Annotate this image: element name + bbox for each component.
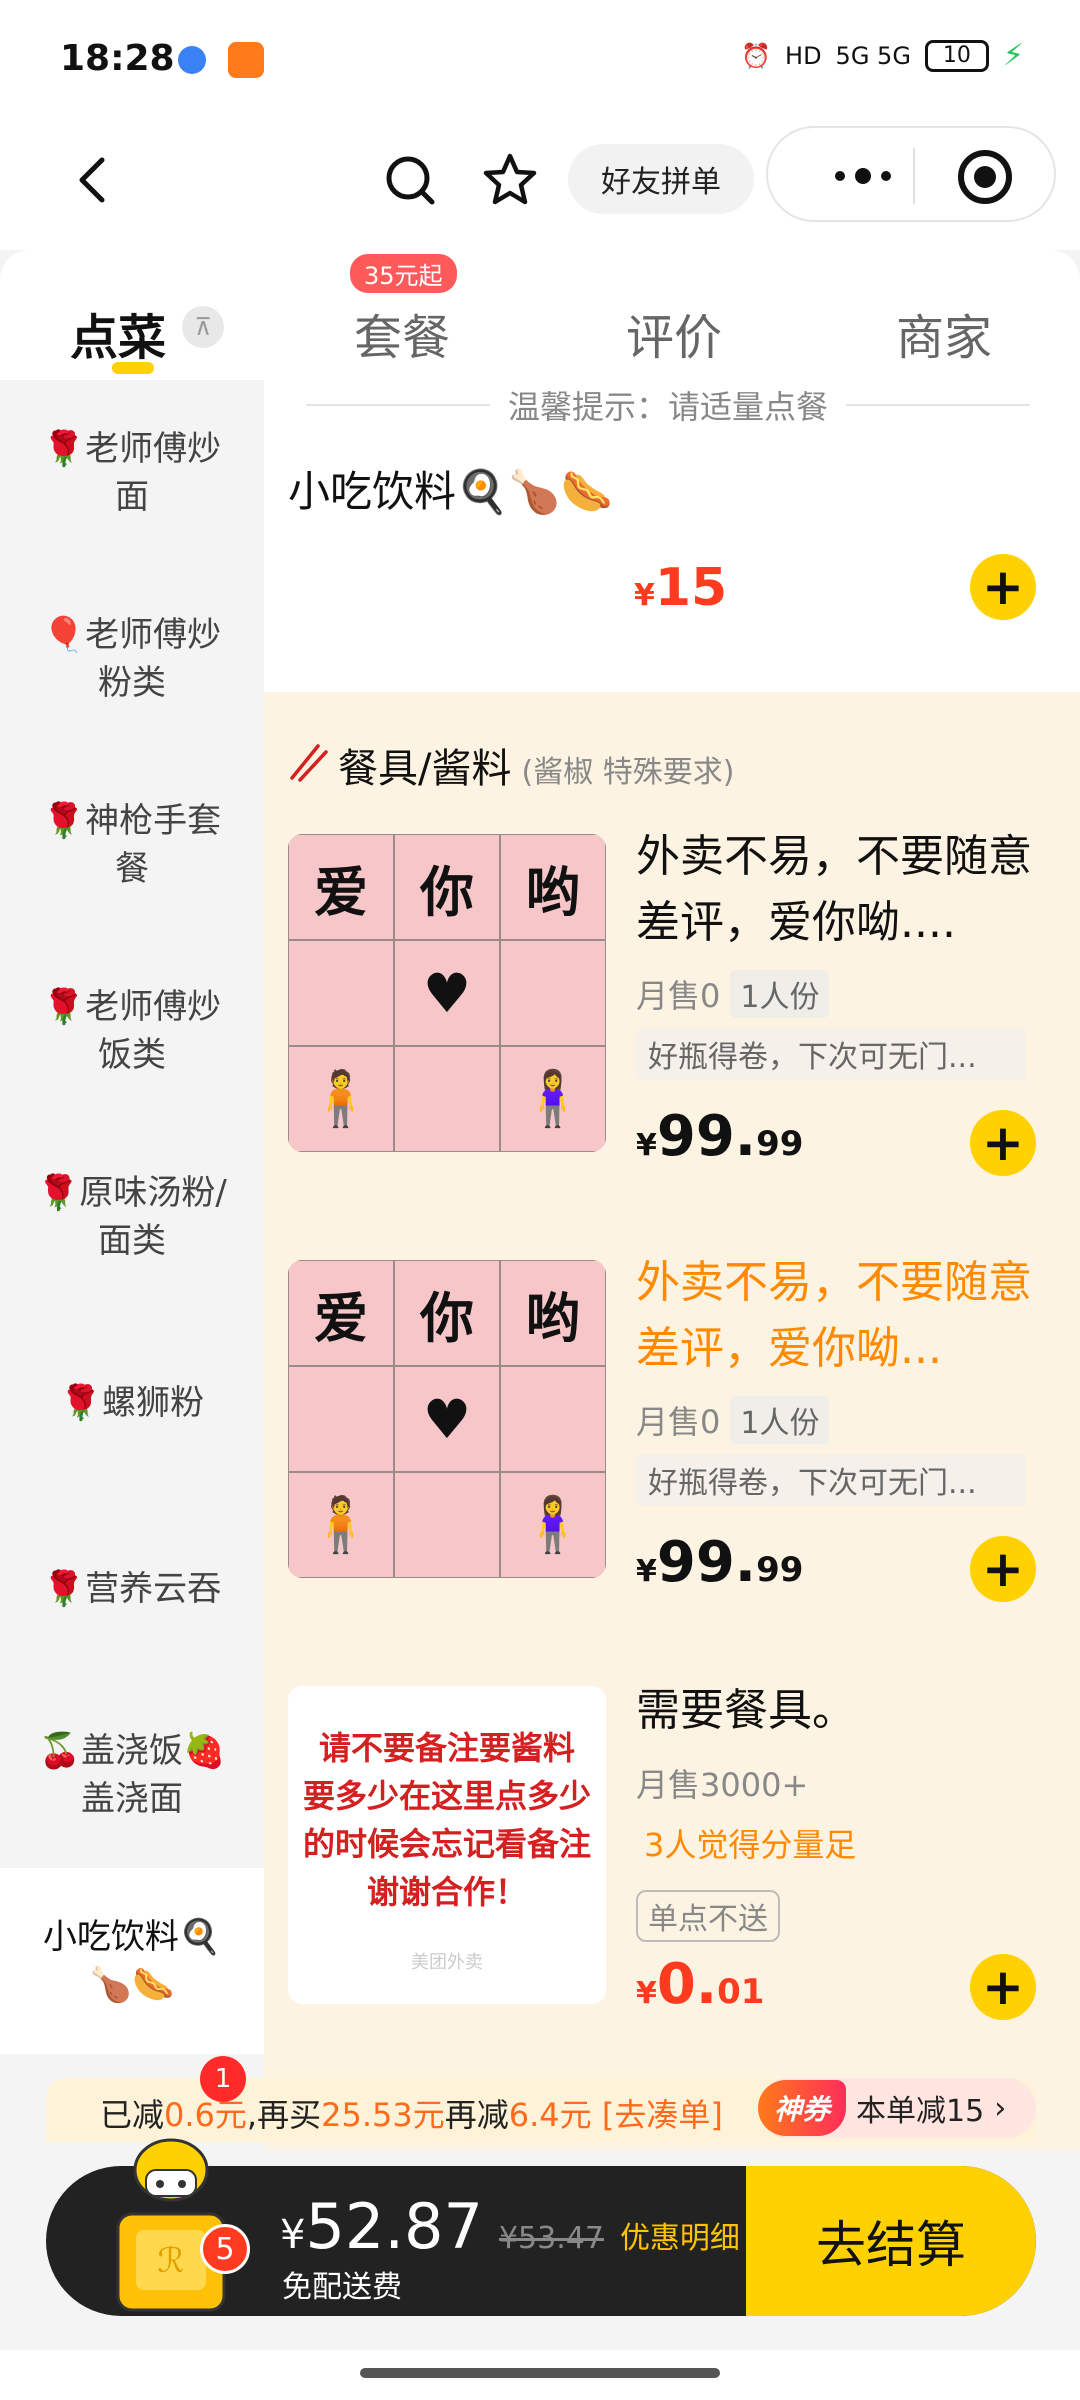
miniprogram-capsule [766, 126, 1056, 222]
cart-count-badge: 5 [200, 2224, 250, 2274]
more-icon[interactable] [813, 156, 913, 196]
single-not-delivered-tag: 单点不送 [636, 1890, 780, 1942]
sidebar-item-luosifen[interactable]: 🌹螺狮粉 [0, 1310, 264, 1496]
menu-content: 温馨提示：请适量点餐 小吃饮料🍳🍗🌭 ¥15 + 餐具/酱料 (酱椒 特殊要求)… [264, 380, 1080, 2150]
pin-top-icon[interactable]: ⊼ [182, 306, 224, 348]
add-to-cart-button[interactable]: + [970, 1536, 1036, 1602]
heart-icon: ♥ [394, 940, 500, 1046]
search-icon[interactable] [380, 150, 440, 210]
checkout-button[interactable]: 去结算 [746, 2166, 1036, 2316]
tab-order[interactable]: 点菜 [70, 298, 166, 368]
food-price: ¥99.99 [636, 1530, 804, 1595]
sidebar-item-soup-noodles[interactable]: 🌹原味汤粉/面类 [0, 1124, 264, 1310]
svg-text:ℛ: ℛ [157, 2241, 184, 2281]
tableware-section: 餐具/酱料 (酱椒 特殊要求) 爱 你 哟 ♥ 🧍 🧍‍♀️ 外卖不易，不要随意… [264, 692, 1080, 2150]
item-name[interactable]: 小吃饮料🍳🍗🌭 [288, 458, 613, 519]
app-notification-icon [228, 42, 264, 78]
original-price: ¥53.47 [498, 2221, 604, 2256]
hd-icon: HD [785, 41, 822, 70]
coupon-text: 本单减15 [856, 2094, 985, 2129]
coupon-pill[interactable]: 神券 本单减15 › [758, 2078, 1036, 2138]
home-indicator[interactable] [360, 2368, 720, 2378]
girl-figure-icon: 🧍‍♀️ [500, 1472, 606, 1578]
tab-combo[interactable]: 套餐 [354, 298, 450, 368]
food-sales: 月售0 1人份 [636, 970, 830, 1018]
item-price: ¥15 [634, 558, 728, 618]
sidebar-item-wonton[interactable]: 🌹营养云吞 [0, 1496, 264, 1682]
tab-reviews[interactable]: 评价 [626, 298, 722, 368]
battery-icon: 10 [924, 39, 989, 72]
food-image[interactable]: 请不要备注要酱料 要多少在这里点多少 的时候会忘记看备注 谢谢合作！ 美团外卖 [288, 1686, 606, 2004]
food-price: ¥0.01 [636, 1952, 765, 2017]
cart-total: ¥52.87 ¥53.47 优惠明细 [280, 2190, 740, 2263]
food-name[interactable]: 需要餐具。 [636, 1678, 1056, 1744]
add-to-cart-button[interactable]: + [970, 1110, 1036, 1176]
status-icons: ⏰ HD 5G 5G 10 ⚡ [741, 38, 1024, 73]
delivery-fee-text: 免配送费 [282, 2270, 402, 2305]
favorite-star-icon[interactable] [480, 150, 540, 210]
sidebar-item-noodles[interactable]: 🌹老师傅炒面 [0, 380, 264, 566]
food-tag: 好瓶得卷，下次可无门... [636, 1454, 1026, 1506]
status-bar: 18:28 ⏰ HD 5G 5G 10 ⚡ [0, 0, 1080, 120]
notice-image-text: 请不要备注要酱料 要多少在这里点多少 的时候会忘记看备注 谢谢合作！ [302, 1729, 591, 1911]
image-watermark: 美团外卖 [411, 1952, 483, 1973]
food-image[interactable]: 爱 你 哟 ♥ 🧍 🧍‍♀️ [288, 1260, 606, 1578]
heart-icon: ♥ [394, 1366, 500, 1472]
tab-bar: 点菜 ⊼ 套餐 35元起 评价 商家 [0, 250, 1080, 380]
food-sales: 月售0 1人份 [636, 1396, 830, 1444]
alarm-icon: ⏰ [741, 41, 772, 70]
boy-figure-icon: 🧍 [288, 1472, 394, 1578]
boy-figure-icon: 🧍 [288, 1046, 394, 1152]
category-sidebar: 🌹老师傅炒面 🎈老师傅炒粉类 🌹神枪手套餐 🌹老师傅炒饭类 🌹原味汤粉/面类 🌹… [0, 380, 264, 2150]
friend-group-order-button[interactable]: 好友拼单 [568, 144, 754, 214]
add-more-link[interactable]: [去凑单] [602, 2096, 723, 2134]
add-to-cart-button[interactable]: + [970, 554, 1036, 620]
back-icon[interactable] [64, 150, 124, 210]
order-tip: 温馨提示：请适量点餐 [288, 380, 1048, 430]
sidebar-item-rice-bowl[interactable]: 🍒盖浇饭🍓盖浇面 [0, 1682, 264, 1868]
add-to-cart-button[interactable]: + [970, 1954, 1036, 2020]
food-rating-note: 3人觉得分量足 [644, 1826, 857, 1864]
sidebar-item-fried-rice[interactable]: 🌹老师傅炒饭类 [0, 938, 264, 1124]
food-price: ¥99.99 [636, 1104, 804, 1169]
sidebar-item-snacks[interactable]: 小吃饮料🍳🍗🌭 [0, 1868, 264, 2054]
food-name[interactable]: 外卖不易，不要随意差评，爱你呦... [636, 1250, 1056, 1382]
girl-figure-icon: 🧍‍♀️ [500, 1046, 606, 1152]
combo-price-badge: 35元起 [350, 254, 457, 293]
discount-detail-link[interactable]: 优惠明细 [620, 2213, 740, 2257]
food-sales: 月售3000+ [636, 1766, 809, 1804]
top-nav: 好友拼单 [0, 120, 1080, 250]
capsule-divider [913, 148, 915, 204]
food-name[interactable]: 外卖不易，不要随意差评，爱你呦.... [636, 824, 1056, 956]
food-tag: 好瓶得卷，下次可无门... [636, 1028, 1026, 1080]
close-miniprogram-icon[interactable] [958, 150, 1012, 204]
status-time: 18:28 [60, 38, 175, 79]
notification-badge: 1 [200, 2056, 246, 2102]
chevron-right-icon: › [994, 2090, 1007, 2126]
tab-merchant[interactable]: 商家 [896, 298, 992, 368]
chopsticks-icon [290, 744, 328, 782]
app-notification-icon [178, 46, 206, 74]
coupon-tag: 神券 [758, 2080, 847, 2136]
section-title: 餐具/酱料 (酱椒 特殊要求) [288, 736, 734, 794]
food-image[interactable]: 爱 你 哟 ♥ 🧍 🧍‍♀️ [288, 834, 606, 1152]
charging-icon: ⚡ [1002, 38, 1024, 73]
tab-active-indicator [112, 362, 154, 374]
signal-icon: 5G 5G [835, 41, 911, 70]
sidebar-item-rice-noodles[interactable]: 🎈老师傅炒粉类 [0, 566, 264, 752]
sidebar-item-combo[interactable]: 🌹神枪手套餐 [0, 752, 264, 938]
